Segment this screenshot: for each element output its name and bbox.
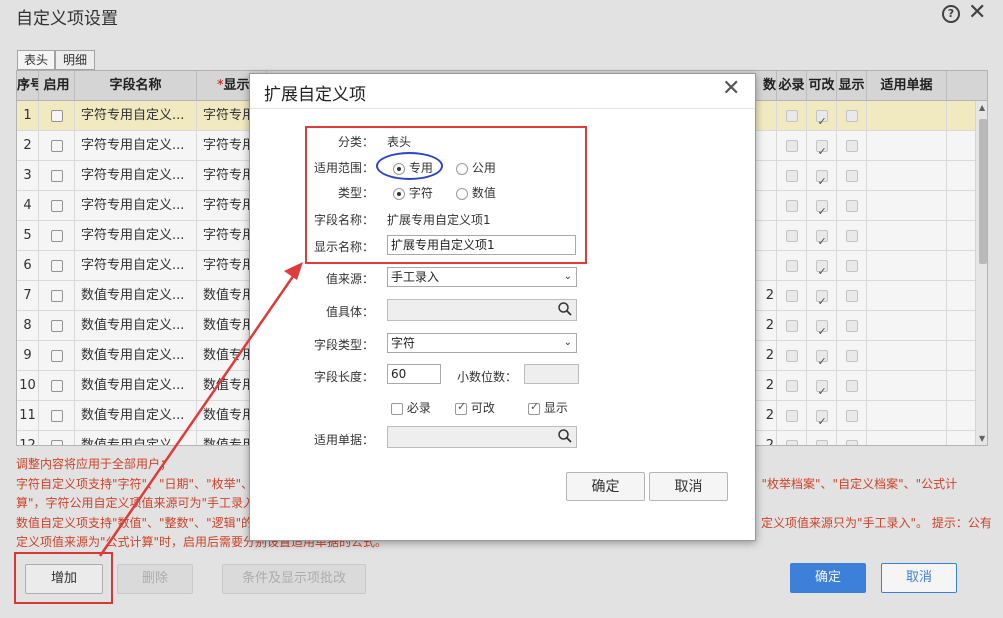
editable-checkbox[interactable] (455, 400, 467, 415)
display-name-input[interactable]: 扩展专用自定义项1 (387, 235, 576, 255)
field-length-label: 字段长度： (313, 370, 374, 384)
show-option[interactable]: 显示 (528, 399, 568, 416)
editable-option[interactable]: 可改 (455, 399, 495, 416)
type-label: 类型： (337, 186, 374, 200)
dialog-divider (250, 108, 755, 109)
field-length-input[interactable]: 60 (387, 364, 441, 384)
decimals-label: 小数位数： (456, 370, 517, 384)
dialog-title: 扩展自定义项 (264, 85, 366, 105)
radio-public[interactable] (456, 162, 468, 175)
value-source-label: 值来源： (325, 272, 374, 286)
category-value: 表头 (387, 135, 412, 149)
required-text: 必录 (406, 401, 431, 415)
dialog-close-icon[interactable]: ✕ (722, 76, 740, 101)
dialog-cancel-button[interactable]: 取消 (649, 472, 728, 501)
value-source-value: 手工录入 (391, 270, 440, 284)
chevron-down-icon-2: ⌄ (563, 337, 572, 348)
show-text: 显示 (543, 401, 568, 415)
scope-label: 适用范围： (313, 161, 374, 175)
required-option[interactable]: 必录 (391, 399, 431, 416)
editable-text: 可改 (470, 401, 495, 415)
chevron-down-icon: ⌄ (563, 271, 572, 282)
applicable-label: 适用单据： (313, 433, 374, 447)
scope-highlight-oval (376, 152, 443, 180)
scope-public-text: 公用 (471, 161, 496, 175)
field-type-value: 字符 (391, 336, 416, 350)
category-label: 分类： (337, 135, 374, 149)
extend-custom-item-dialog: 扩展自定义项 ✕ 分类： 表头 适用范围： 专用 公用 类型： 字符 数值 字段… (249, 73, 756, 541)
type-char-text: 字符 (408, 186, 433, 200)
value-body-label: 值具体： (325, 305, 374, 319)
type-option-num[interactable]: 数值 (456, 184, 496, 201)
search-icon[interactable] (557, 301, 573, 317)
search-icon-2[interactable] (557, 428, 573, 444)
show-checkbox[interactable] (528, 400, 540, 415)
required-checkbox[interactable] (391, 402, 403, 415)
applicable-lookup[interactable] (387, 426, 577, 448)
field-name-value: 扩展专用自定义项1 (387, 213, 491, 227)
scope-option-public[interactable]: 公用 (456, 159, 496, 176)
field-name-label: 字段名称： (313, 213, 374, 227)
type-num-text: 数值 (471, 186, 496, 200)
display-name-label: 显示名称： (313, 240, 374, 254)
radio-char[interactable] (393, 187, 405, 200)
decimals-input[interactable] (524, 364, 579, 384)
type-option-char[interactable]: 字符 (393, 184, 433, 201)
dialog-ok-button[interactable]: 确定 (566, 472, 645, 501)
value-source-select[interactable]: 手工录入 ⌄ (387, 267, 577, 287)
radio-num[interactable] (456, 187, 468, 200)
field-type-label: 字段类型： (313, 338, 374, 352)
field-type-select[interactable]: 字符 ⌄ (387, 333, 577, 353)
value-body-lookup[interactable] (387, 299, 577, 321)
